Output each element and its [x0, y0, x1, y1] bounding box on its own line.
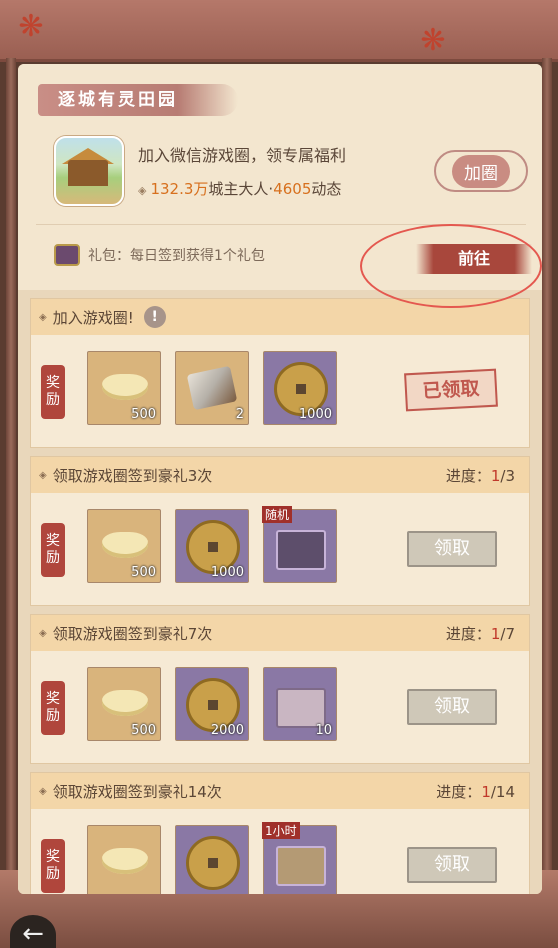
gold-ingot-icon — [102, 532, 148, 558]
join-label: 加圈 — [452, 154, 510, 188]
reward-tag: 奖励 — [41, 839, 65, 893]
reward-item[interactable]: 1000 — [263, 351, 337, 425]
task-progress: 进度：1/7 — [445, 624, 515, 643]
task-title: 加入游戏圈! — [52, 308, 134, 327]
diamond-icon: ◈ — [39, 469, 47, 481]
random-gift-box-icon — [276, 530, 326, 570]
task-header: ◈ 领取游戏圈签到豪礼3次 进度：1/3 — [31, 457, 529, 493]
hut-shape — [68, 160, 108, 186]
reward-item[interactable]: 随机 — [262, 506, 337, 583]
item-count: 2000 — [210, 723, 244, 738]
reward-item[interactable]: 2 — [175, 351, 249, 425]
task-title: 领取游戏圈签到豪礼3次 — [52, 466, 213, 485]
diamond-icon: ◈ — [39, 311, 47, 323]
maple-leaf-icon: ❋ — [18, 9, 44, 44]
join-circle-button[interactable]: 加圈 — [434, 150, 528, 192]
reward-tag: 奖励 — [41, 365, 65, 419]
claim-button[interactable]: 领取 — [407, 531, 497, 567]
panel-title: 逐城有灵田园 — [38, 84, 238, 116]
member-count: 132.3万 — [150, 180, 209, 198]
gold-ingot-icon — [102, 690, 148, 716]
reward-item[interactable] — [87, 825, 161, 894]
task-header: ◈ 领取游戏圈签到豪礼14次 进度：1/14 — [31, 773, 529, 809]
item-count: 2 — [235, 407, 244, 422]
invite-text: 加入微信游戏圈，领专属福利 — [138, 146, 347, 165]
claim-button[interactable]: 领取 — [407, 847, 497, 883]
diamond-icon: ◈ — [138, 184, 147, 197]
item-count: 500 — [131, 723, 156, 738]
task-card: ◈ 领取游戏圈签到豪礼14次 进度：1/14 奖励 1小时 领取 — [30, 772, 530, 894]
reward-item[interactable]: 500 — [87, 509, 161, 583]
treasure-chest-icon — [54, 244, 80, 266]
reward-item[interactable]: 10 — [263, 667, 337, 741]
time-item-icon — [276, 846, 326, 886]
game-circle-panel: 逐城有灵田园 加入微信游戏圈，领专属福利 ◈ 132.3万城主大人·4605动态 … — [18, 64, 542, 894]
claim-button[interactable]: 领取 — [407, 689, 497, 725]
frame-right — [542, 58, 552, 928]
reward-item[interactable]: 500 — [87, 667, 161, 741]
task-title: 领取游戏圈签到豪礼7次 — [52, 624, 213, 643]
maple-leaf-icon: ❋ — [420, 23, 446, 58]
task-progress: 进度：1/3 — [445, 466, 515, 485]
item-count: 500 — [131, 565, 156, 580]
reward-item[interactable] — [175, 825, 249, 894]
item-count: 1000 — [298, 407, 332, 422]
item-count: 500 — [131, 407, 156, 422]
post-suffix: 动态 — [311, 180, 342, 198]
task-card: ◈ 领取游戏圈签到豪礼3次 进度：1/3 奖励 500 1000 随机 领取 — [30, 456, 530, 606]
game-app-icon — [54, 136, 124, 206]
reward-tag: 奖励 — [41, 681, 65, 735]
item-count: 1000 — [210, 565, 244, 580]
task-card: ◈ 领取游戏圈签到豪礼7次 进度：1/7 奖励 500 2000 10 领取 — [30, 614, 530, 764]
item-badge: 随机 — [262, 506, 293, 523]
frame-left — [6, 58, 16, 928]
info-icon[interactable]: ! — [143, 306, 166, 328]
reward-item[interactable]: 1000 — [175, 509, 249, 583]
item-count: 10 — [315, 723, 332, 738]
stats-line: ◈ 132.3万城主大人·4605动态 — [138, 178, 341, 199]
back-arrow-icon[interactable]: ← — [10, 915, 56, 948]
gold-ingot-icon — [102, 848, 148, 874]
gold-ingot-icon — [102, 374, 148, 400]
copper-coin-icon — [186, 836, 240, 890]
diamond-icon: ◈ — [39, 627, 47, 639]
reward-item[interactable]: 2000 — [175, 667, 249, 741]
member-suffix: 城主大人· — [208, 180, 274, 198]
diamond-icon: ◈ — [39, 785, 47, 797]
task-header: ◈ 领取游戏圈签到豪礼7次 进度：1/7 — [31, 615, 529, 651]
task-progress: 进度：1/14 — [436, 782, 515, 801]
task-list: ◈ 加入游戏圈! ! 奖励 500 2 1000 已领取 ◈ 领取游戏圈签到豪礼… — [18, 290, 542, 894]
reward-item[interactable]: 500 — [87, 351, 161, 425]
top-decor-band: ❋ ❋ — [0, 0, 558, 62]
gift-row: 礼包：每日签到获得1个礼包 — [54, 244, 265, 266]
reward-item[interactable]: 1小时 — [262, 822, 337, 894]
claimed-stamp: 已领取 — [404, 368, 498, 412]
reward-tag: 奖励 — [41, 523, 65, 577]
task-title: 领取游戏圈签到豪礼14次 — [52, 782, 222, 801]
task-card: ◈ 加入游戏圈! ! 奖励 500 2 1000 已领取 — [30, 298, 530, 448]
post-count: 4605 — [273, 180, 312, 198]
gift-text: 礼包：每日签到获得1个礼包 — [88, 248, 265, 264]
item-badge: 1小时 — [262, 822, 300, 839]
letter-icon — [276, 688, 326, 728]
tools-icon — [186, 365, 238, 411]
highlight-ellipse — [360, 224, 542, 308]
